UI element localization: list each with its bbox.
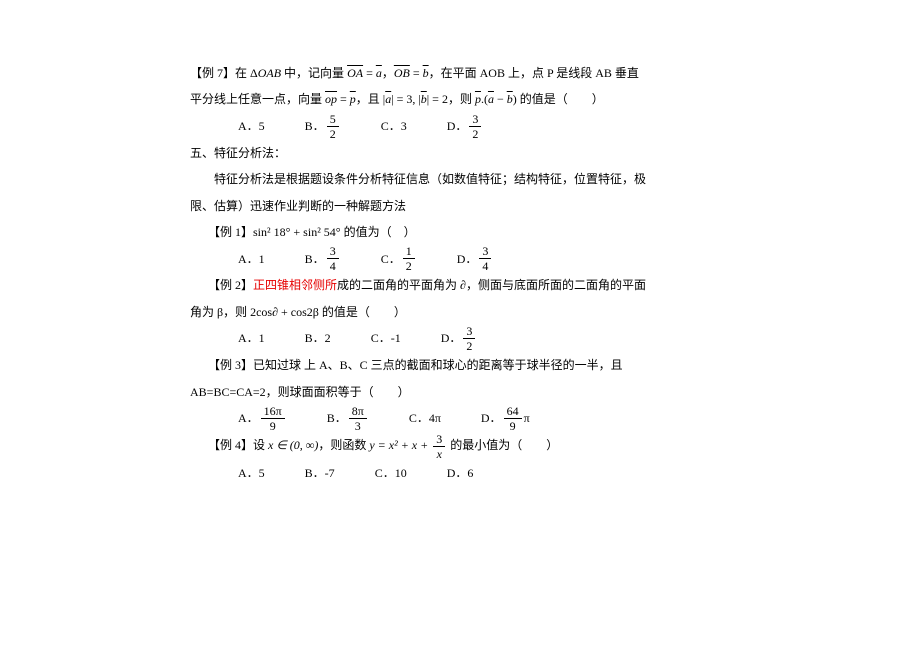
- fraction-icon: 34: [479, 245, 491, 272]
- text: =: [363, 66, 376, 80]
- problem-1-options: A．1 B．34 C．12 D．34: [190, 245, 710, 272]
- option-d: D．649π: [481, 405, 530, 432]
- text: ，在平面 AOB 上，点 P 是线段 AB 垂直: [429, 66, 639, 80]
- text: 中，记向量: [281, 66, 347, 80]
- option-a: A．5: [238, 113, 265, 139]
- text: ) 的值是（ ）: [513, 92, 604, 106]
- vec-op: op: [325, 92, 337, 106]
- problem-7-options: A．5 B．52 C．3 D．32: [190, 113, 710, 140]
- fraction-icon: 52: [327, 113, 339, 140]
- math-expr: sin² 18° + sin² 54°: [253, 225, 344, 239]
- section-5-title: 五、特征分析法：: [190, 140, 710, 166]
- section-5-desc1: 特征分析法是根据题设条件分析特征信息（如数值特征；结构特征，位置特征，极: [190, 166, 710, 192]
- text: 【例 4】设: [190, 438, 268, 452]
- section-5-desc2: 限、估算）迅速作业判断的一种解题方法: [190, 193, 710, 219]
- text: 成的二面角的平面角为 ∂，侧面与底面所面的二面角的平面: [337, 278, 646, 292]
- option-c: C．10: [375, 460, 407, 486]
- text: | = 3, |: [391, 92, 421, 106]
- option-a: A．1: [238, 325, 265, 351]
- option-c: C．-1: [371, 325, 401, 351]
- text: OAB: [258, 66, 281, 80]
- problem-2-line1: 【例 2】正四锥相邻侧所成的二面角的平面角为 ∂，侧面与底面所面的二面角的平面: [190, 272, 710, 298]
- problem-2-line2: 角为 β，则 2cos∂ + cos2β 的值是（ ）: [190, 299, 710, 325]
- option-b: B．8π3: [327, 405, 369, 432]
- problem-1: 【例 1】sin² 18° + sin² 54° 的值为（ ）: [190, 219, 710, 245]
- text: ，: [382, 66, 394, 80]
- problem-2-options: A．1 B．2 C．-1 D．32: [190, 325, 710, 352]
- text: .(: [481, 92, 488, 106]
- text: =: [410, 66, 423, 80]
- fraction-icon: 34: [327, 245, 339, 272]
- problem-7-line1: 【例 7】在 ΔOAB 中，记向量 OA = a，OB = b，在平面 AOB …: [190, 60, 710, 86]
- text: 【例 2】: [190, 278, 253, 292]
- fraction-icon: 3x: [433, 433, 445, 460]
- problem-3-options: A．16π9 B．8π3 C．4π D．649π: [190, 405, 710, 432]
- text: ，则函数: [318, 438, 369, 452]
- problem-3-line2: AB=BC=CA=2，则球面面积等于（ ）: [190, 379, 710, 405]
- text: =: [337, 92, 350, 106]
- vec-oa: OA: [347, 66, 363, 80]
- option-a: A．5: [238, 460, 265, 486]
- problem-4: 【例 4】设 x ∈ (0, ∞)，则函数 y = x² + x + 3x 的最…: [190, 432, 710, 460]
- text: 【例 1】: [190, 225, 253, 239]
- option-a: A．1: [238, 246, 265, 272]
- text: ，且 |: [356, 92, 385, 106]
- text: | = 2，则: [427, 92, 475, 106]
- option-b: B．34: [305, 245, 341, 272]
- fraction-icon: 16π9: [261, 405, 285, 432]
- document-content: 【例 7】在 ΔOAB 中，记向量 OA = a，OB = b，在平面 AOB …: [190, 60, 710, 486]
- text-red: 正四锥相邻侧所: [253, 278, 337, 292]
- option-c: C．12: [381, 245, 417, 272]
- problem-4-options: A．5 B．-7 C．10 D．6: [190, 460, 710, 486]
- math-expr: x ∈ (0, ∞): [268, 438, 318, 452]
- problem-3-line1: 【例 3】已知过球 上 A、B、C 三点的截面和球心的距离等于球半径的一半，且: [190, 352, 710, 378]
- option-d: D．32: [447, 113, 484, 140]
- fraction-icon: 32: [469, 113, 481, 140]
- vec-ob: OB: [394, 66, 410, 80]
- option-c: C．4π: [409, 405, 441, 431]
- option-b: B．52: [305, 113, 341, 140]
- option-b: B．2: [305, 325, 331, 351]
- fraction-icon: 8π3: [349, 405, 367, 432]
- problem-7-line2: 平分线上任意一点，向量 op = p，且 |a| = 3, |b| = 2，则 …: [190, 86, 710, 112]
- text: 的最小值为（ ）: [447, 438, 558, 452]
- option-c: C．3: [381, 113, 407, 139]
- text: 【例 7】在 Δ: [190, 66, 258, 80]
- option-d: D．6: [447, 460, 474, 486]
- math-expr: y = x² + x +: [369, 438, 431, 452]
- fraction-icon: 32: [463, 325, 475, 352]
- option-b: B．-7: [305, 460, 335, 486]
- option-a: A．16π9: [238, 405, 287, 432]
- fraction-icon: 12: [403, 245, 415, 272]
- option-d: D．34: [457, 245, 494, 272]
- fraction-icon: 649: [504, 405, 522, 432]
- text: 平分线上任意一点，向量: [190, 92, 325, 106]
- text: 的值为（ ）: [344, 225, 416, 239]
- text: −: [494, 92, 507, 106]
- option-d: D．32: [441, 325, 478, 352]
